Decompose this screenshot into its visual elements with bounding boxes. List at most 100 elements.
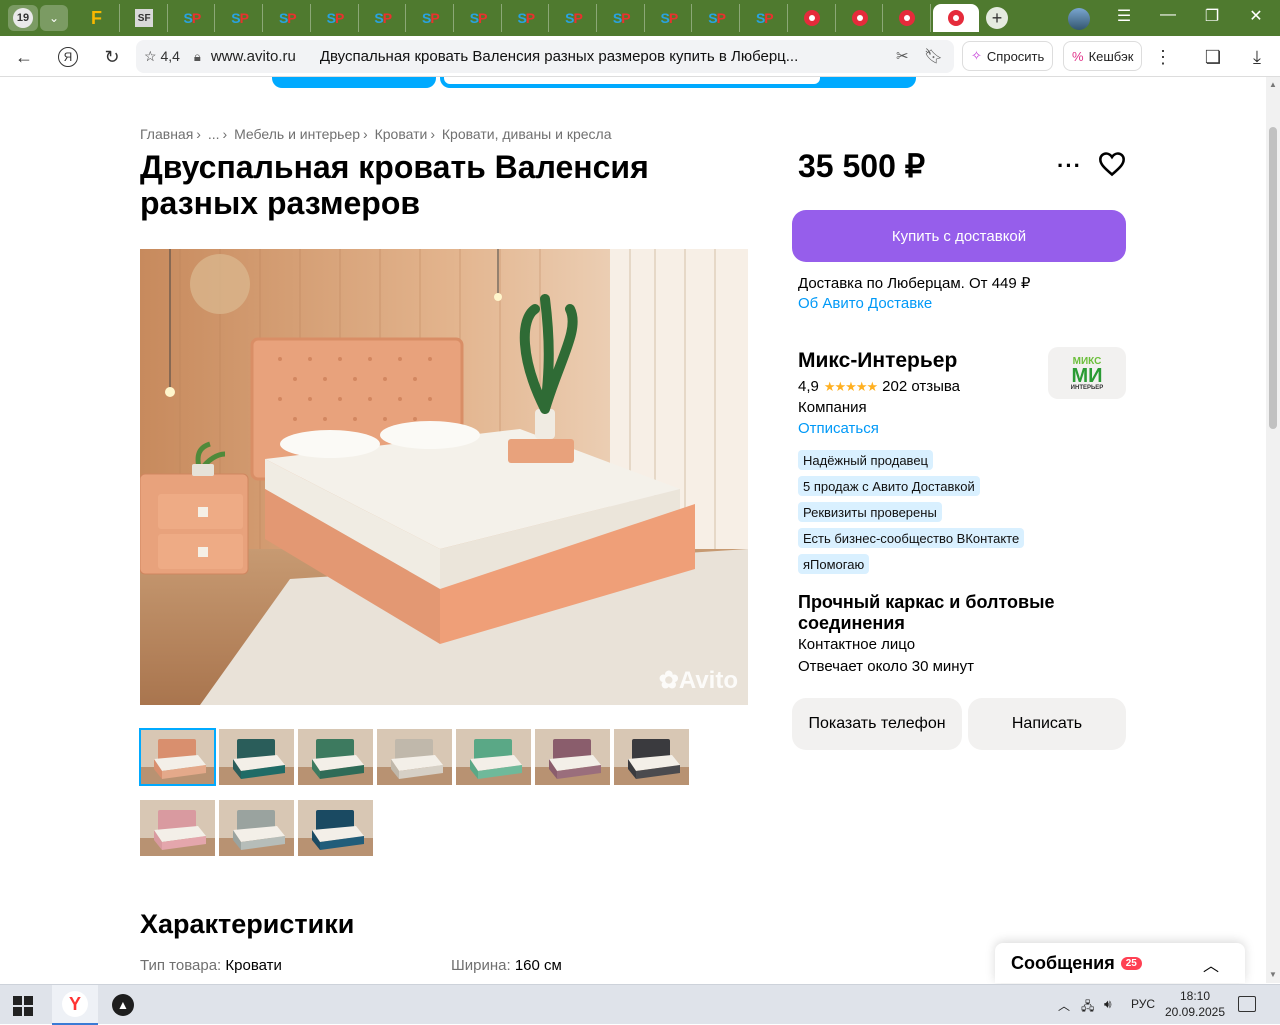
page-content: Главная › ... › Мебель и интерьер › Кровати… bbox=[0, 77, 1266, 983]
windows-taskbar: Y ▲ ︿ 🖧︎ 🔊︎ РУС 18:10 20.09.2025 bbox=[0, 984, 1280, 1025]
browser-tab[interactable]: SP bbox=[408, 4, 454, 32]
taskbar-app-2[interactable]: ▲ bbox=[100, 985, 146, 1025]
gallery-thumbnail[interactable] bbox=[535, 729, 610, 785]
favorite-heart-icon[interactable] bbox=[1098, 151, 1126, 177]
gallery-thumbnail[interactable] bbox=[298, 800, 373, 856]
notifications-icon[interactable] bbox=[1238, 996, 1256, 1012]
download-icon[interactable]: ⤓ bbox=[1244, 44, 1270, 70]
windows-start-icon[interactable] bbox=[13, 996, 33, 1016]
browser-tab[interactable]: SP bbox=[599, 4, 645, 32]
gallery-thumbnail[interactable] bbox=[139, 728, 216, 786]
browser-tab[interactable]: SF bbox=[122, 4, 168, 32]
breadcrumb-home[interactable]: Главная bbox=[140, 126, 193, 142]
page-title: Двуспальная кровать Валенсия разных разм… bbox=[140, 149, 649, 221]
gallery-thumbnail[interactable] bbox=[298, 729, 373, 785]
reload-icon[interactable]: ↻ bbox=[99, 44, 125, 70]
collections-icon[interactable]: ❏ bbox=[1200, 44, 1226, 70]
lock-icon[interactable]: 🔒︎ bbox=[194, 49, 201, 65]
browser-tab[interactable]: SP bbox=[360, 4, 407, 32]
main-product-image[interactable]: ✿Avito bbox=[140, 249, 748, 705]
show-phone-button[interactable]: Показать телефон bbox=[792, 698, 962, 750]
gallery-thumbnail[interactable] bbox=[377, 729, 452, 785]
browser-tab[interactable]: SP bbox=[503, 4, 550, 32]
price: 35 500 ₽ bbox=[798, 148, 926, 184]
page-scrollbar[interactable]: ▲ ▼ bbox=[1266, 77, 1280, 983]
volume-icon[interactable]: 🔊︎ bbox=[1104, 997, 1112, 1012]
network-icon[interactable]: 🖧︎ bbox=[1081, 997, 1094, 1018]
messages-panel[interactable]: Сообщения 25 ︿ bbox=[995, 943, 1245, 983]
breadcrumb-ellipsis[interactable]: ... bbox=[208, 126, 220, 142]
browser-tab[interactable] bbox=[932, 4, 979, 32]
gallery-thumbnail[interactable] bbox=[219, 729, 294, 785]
sp-favicon-icon: SP bbox=[326, 10, 345, 26]
browser-tab[interactable]: SP bbox=[169, 4, 216, 32]
back-icon[interactable]: ← bbox=[11, 44, 37, 70]
sp-favicon-icon: SP bbox=[183, 10, 202, 26]
gallery-thumbnail[interactable] bbox=[140, 800, 215, 856]
breadcrumb-beds-sofas[interactable]: Кровати, диваны и кресла bbox=[442, 126, 612, 142]
yandex-icon[interactable]: Я bbox=[55, 44, 81, 70]
clock-time: 18:10 bbox=[1179, 989, 1211, 1003]
scroll-up-icon[interactable]: ▲ bbox=[1269, 80, 1277, 89]
new-tab-button[interactable]: + bbox=[986, 7, 1008, 29]
gallery-thumbnail[interactable] bbox=[614, 729, 689, 785]
browser-tab[interactable] bbox=[790, 4, 836, 32]
browser-tab[interactable]: SP bbox=[265, 4, 311, 32]
chevron-up-icon[interactable]: ︿ bbox=[1203, 952, 1219, 976]
tray-expand-icon[interactable]: ︿ bbox=[1058, 997, 1070, 1014]
clock-date: 20.09.2025 bbox=[1164, 1005, 1226, 1019]
browser-tab[interactable]: SP bbox=[646, 4, 693, 32]
seller-name[interactable]: Микс-Интерьер bbox=[798, 349, 957, 373]
url-field[interactable]: ☆ 4,4 🔒︎ www.avito.ru Двуспальная кроват… bbox=[136, 40, 954, 73]
header-search-bar[interactable] bbox=[440, 77, 916, 88]
buy-with-delivery-button[interactable]: Купить с доставкой bbox=[792, 210, 1126, 262]
sp-favicon-icon: SP bbox=[660, 10, 679, 26]
avito-favicon-icon bbox=[947, 10, 964, 26]
header-category-button[interactable] bbox=[272, 77, 436, 88]
cashback-button[interactable]: % Кешбэк bbox=[1063, 41, 1143, 71]
yandex-browser-icon: Y bbox=[62, 991, 88, 1017]
browser-tab[interactable]: SP bbox=[313, 4, 359, 32]
seller-badge: яПомогаю bbox=[798, 554, 870, 574]
close-window-icon[interactable]: ✕ bbox=[1242, 6, 1270, 26]
seller-rating[interactable]: 4,9 ★★★★★ 202 отзыва bbox=[798, 378, 960, 395]
browser-tab[interactable]: SP bbox=[742, 4, 788, 32]
restore-icon[interactable]: ❐ bbox=[1198, 6, 1226, 26]
profile-avatar[interactable] bbox=[1068, 8, 1090, 30]
scrollbar-thumb[interactable] bbox=[1269, 127, 1277, 429]
write-message-button[interactable]: Написать bbox=[968, 698, 1126, 750]
tab-counter-button[interactable]: 19 bbox=[8, 5, 38, 31]
tabs-dropdown-icon[interactable]: ⌄ bbox=[40, 5, 68, 31]
browser-tab[interactable]: SP bbox=[694, 4, 741, 32]
scroll-down-icon[interactable]: ▼ bbox=[1269, 970, 1277, 979]
site-rating[interactable]: ☆ 4,4 bbox=[144, 48, 180, 65]
language-indicator[interactable]: РУС bbox=[1131, 997, 1155, 1011]
more-options-icon[interactable]: ⋮ bbox=[1150, 44, 1176, 70]
breadcrumb-furniture[interactable]: Мебель и интерьер bbox=[234, 126, 360, 142]
sf-favicon-icon: SF bbox=[135, 9, 154, 27]
menu-icon[interactable]: ☰ bbox=[1110, 6, 1138, 26]
thumbnail-image bbox=[298, 729, 373, 785]
browser-tab[interactable]: F bbox=[74, 4, 120, 32]
unsubscribe-link[interactable]: Отписаться bbox=[798, 420, 879, 437]
avito-delivery-link[interactable]: Об Авито Доставке bbox=[798, 295, 932, 312]
browser-tab[interactable]: SP bbox=[551, 4, 597, 32]
more-actions-icon[interactable]: ··· bbox=[1057, 153, 1082, 179]
taskbar-yandex-browser[interactable]: Y bbox=[52, 985, 98, 1025]
pin-icon[interactable]: ✂ bbox=[896, 47, 909, 65]
bookmark-icon[interactable]: 🔖︎ bbox=[924, 47, 943, 65]
gallery-thumbnail[interactable] bbox=[456, 729, 531, 785]
browser-tab[interactable] bbox=[885, 4, 931, 32]
system-clock[interactable]: 18:10 20.09.2025 bbox=[1163, 988, 1227, 1020]
browser-tab[interactable] bbox=[837, 4, 884, 32]
gallery-thumbnail[interactable] bbox=[219, 800, 294, 856]
seller-logo[interactable]: МИКС МИ ИНТЕРЬЕР bbox=[1048, 347, 1126, 399]
thumbnail-image bbox=[219, 729, 294, 785]
browser-tab[interactable]: SP bbox=[217, 4, 264, 32]
avito-favicon-icon bbox=[899, 10, 916, 26]
breadcrumb-beds[interactable]: Кровати bbox=[375, 126, 428, 142]
minimize-icon[interactable]: — bbox=[1154, 6, 1182, 24]
browser-tab[interactable]: SP bbox=[456, 4, 502, 32]
sp-favicon-icon: SP bbox=[231, 10, 249, 26]
ask-button[interactable]: ✧ Спросить bbox=[962, 41, 1054, 71]
